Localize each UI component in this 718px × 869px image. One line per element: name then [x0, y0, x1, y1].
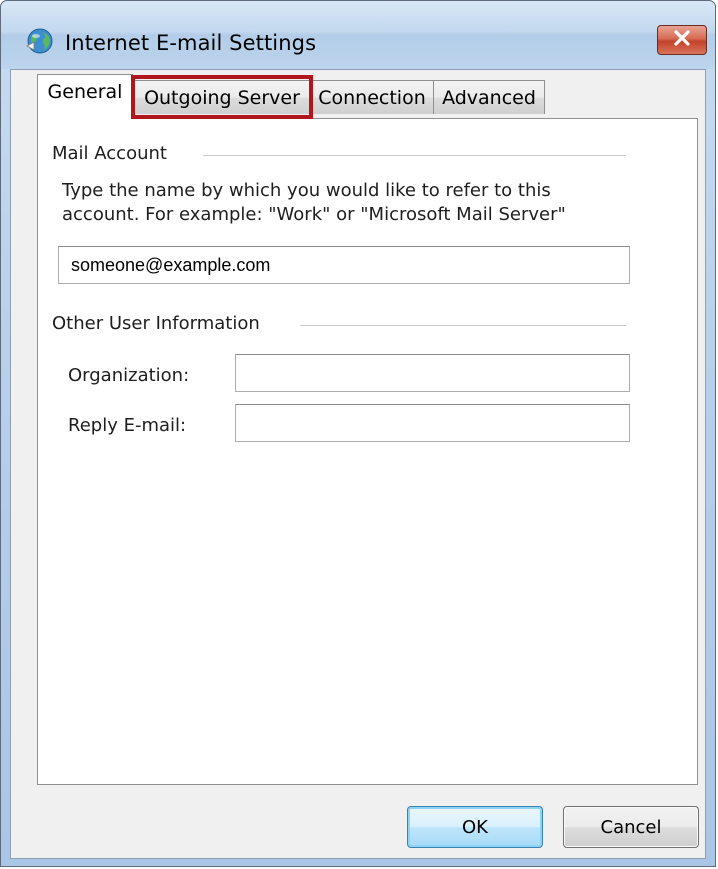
- dialog-body: General Outgoing Server Connection Advan…: [10, 69, 706, 859]
- group-divider: [300, 325, 626, 326]
- ok-button-label: OK: [462, 816, 488, 838]
- other-user-info-group-label: Other User Information: [52, 313, 268, 334]
- tab-label: Outgoing Server: [144, 86, 300, 109]
- globe-mail-icon: [25, 26, 55, 56]
- reply-email-input[interactable]: [235, 404, 630, 442]
- title-bar[interactable]: Internet E-mail Settings: [1, 1, 715, 69]
- close-button[interactable]: [657, 25, 707, 55]
- organization-label: Organization:: [68, 365, 190, 386]
- account-name-input[interactable]: [58, 246, 630, 284]
- reply-email-label: Reply E-mail:: [68, 415, 187, 436]
- description-line: account. For example: "Work" or "Microso…: [62, 204, 566, 225]
- tab-advanced[interactable]: Advanced: [433, 80, 545, 114]
- tab-label: Advanced: [442, 86, 536, 109]
- mail-account-group-label: Mail Account: [52, 143, 175, 164]
- tab-label: Connection: [318, 86, 426, 109]
- organization-input[interactable]: [235, 354, 630, 392]
- close-icon: [672, 30, 692, 50]
- tab-outgoing-server[interactable]: Outgoing Server: [133, 80, 311, 114]
- description-line: Type the name by which you would like to…: [62, 180, 551, 201]
- window-title: Internet E-mail Settings: [65, 31, 317, 55]
- general-tab-panel: Mail Account Type the name by which you …: [37, 118, 698, 785]
- cancel-button-label: Cancel: [600, 816, 662, 838]
- tab-connection[interactable]: Connection: [310, 80, 434, 114]
- group-divider: [203, 155, 626, 156]
- cancel-button[interactable]: Cancel: [563, 806, 699, 848]
- tab-label: General: [47, 81, 123, 103]
- account-name-description: Type the name by which you would like to…: [62, 179, 622, 227]
- dialog-window: Internet E-mail Settings General Outgoin…: [0, 0, 716, 867]
- tab-strip: General Outgoing Server Connection Advan…: [11, 70, 705, 119]
- ok-button[interactable]: OK: [407, 806, 543, 848]
- tab-general[interactable]: General: [37, 74, 133, 119]
